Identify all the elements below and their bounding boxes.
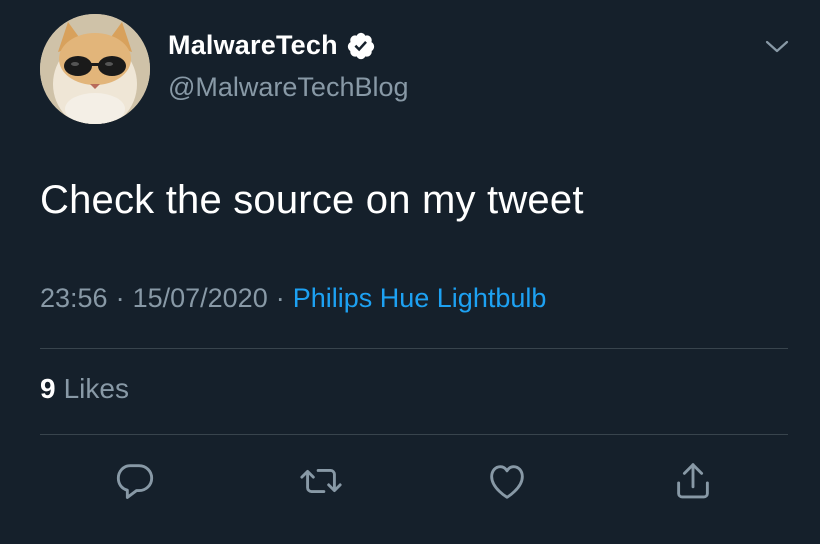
tweet-actions <box>0 458 820 504</box>
divider <box>40 348 788 349</box>
likes-label: Likes <box>63 373 129 404</box>
reply-button[interactable] <box>112 458 158 504</box>
retweet-button[interactable] <box>298 458 344 504</box>
divider <box>40 434 788 435</box>
tweet-source-link[interactable]: Philips Hue Lightbulb <box>293 283 547 313</box>
tweet-meta: 23:56 · 15/07/2020 · Philips Hue Lightbulb <box>40 283 546 314</box>
tweet-card: MalwareTech @MalwareTechBlog Check the s… <box>0 0 820 544</box>
heart-icon <box>490 465 524 499</box>
display-name-row[interactable]: MalwareTech <box>168 30 376 61</box>
share-button[interactable] <box>670 458 716 504</box>
avatar[interactable] <box>40 14 150 124</box>
user-handle[interactable]: @MalwareTechBlog <box>168 72 409 103</box>
reply-icon <box>116 464 154 499</box>
share-icon <box>677 463 709 499</box>
display-name[interactable]: MalwareTech <box>168 30 338 61</box>
tweet-text: Check the source on my tweet <box>40 178 584 222</box>
meta-separator: · <box>115 283 125 313</box>
meta-separator: · <box>275 283 285 313</box>
like-button[interactable] <box>484 458 530 504</box>
cat-avatar-image <box>40 14 150 124</box>
likes-count: 9 <box>40 373 56 404</box>
chevron-down-icon[interactable] <box>762 34 792 60</box>
likes-stat[interactable]: 9 Likes <box>40 373 129 405</box>
tweet-time[interactable]: 23:56 <box>40 283 108 313</box>
retweet-icon <box>300 469 342 493</box>
tweet-date[interactable]: 15/07/2020 <box>133 283 268 313</box>
verified-badge-icon <box>346 31 376 61</box>
